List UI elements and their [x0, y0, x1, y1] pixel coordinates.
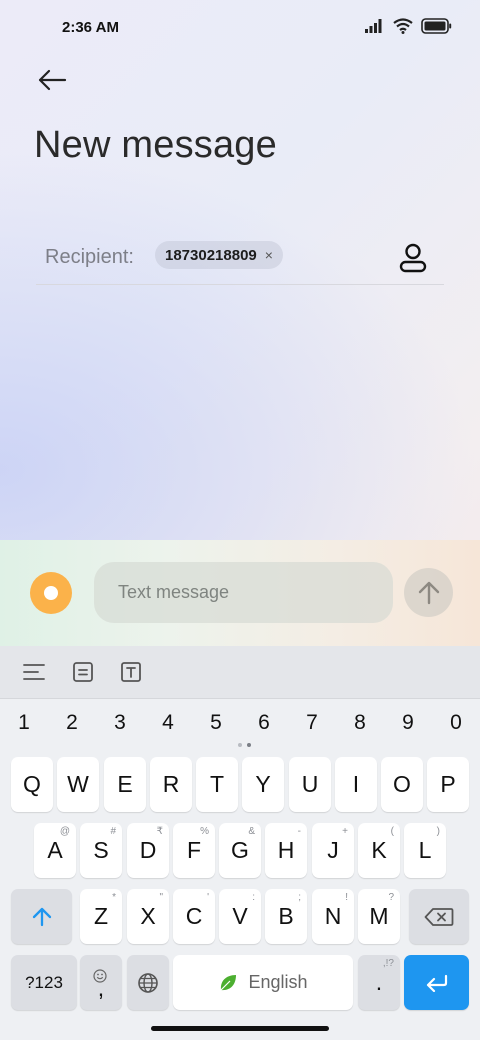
arrow-up-icon — [418, 581, 439, 604]
message-input[interactable] — [94, 562, 393, 623]
signal-icon — [365, 18, 385, 38]
key-6[interactable]: 6 — [240, 706, 288, 740]
compose-bar — [0, 540, 480, 646]
back-button[interactable] — [34, 62, 70, 98]
key-1[interactable]: 1 — [0, 706, 48, 740]
recipient-label: Recipient: — [45, 246, 134, 268]
key-9[interactable]: 9 — [384, 706, 432, 740]
clipboard-icon[interactable] — [70, 659, 96, 685]
emoji-comma-key[interactable]: , — [80, 955, 122, 1010]
key-f[interactable]: % F — [173, 823, 215, 878]
attach-dot-icon — [44, 586, 58, 600]
key-h[interactable]: -H — [265, 823, 307, 878]
new-message-screen: 2:36 AM New message Recipient: 187302188… — [0, 0, 480, 1040]
key-i[interactable]: I — [335, 757, 377, 812]
text-edit-icon[interactable] — [118, 659, 144, 685]
key-s[interactable]: # S — [80, 823, 122, 878]
keyboard-toolbar — [0, 646, 480, 699]
recipient-field[interactable]: Recipient: 18730218809 × — [36, 232, 444, 285]
status-bar: 2:36 AM — [0, 0, 480, 56]
key-w[interactable]: W — [57, 757, 99, 812]
symbols-key[interactable]: ?123 — [11, 955, 77, 1010]
key-x[interactable]: " X — [127, 889, 169, 944]
period-key[interactable]: ,!?. — [358, 955, 400, 1010]
key-t[interactable]: T — [196, 757, 238, 812]
key-v[interactable]: :V — [219, 889, 261, 944]
backspace-icon — [424, 907, 454, 926]
key-8[interactable]: 8 — [336, 706, 384, 740]
shift-key[interactable] — [11, 889, 72, 944]
backspace-key[interactable] — [409, 889, 469, 944]
wifi-icon — [393, 17, 413, 39]
person-icon — [399, 243, 427, 273]
key-u[interactable]: U — [289, 757, 331, 812]
key-g[interactable]: & G — [219, 823, 261, 878]
recipient-chip-number: 18730218809 — [165, 246, 257, 264]
number-row: 1 2 3 4 5 6 7 8 9 0 — [0, 706, 480, 740]
key-q[interactable]: Q — [11, 757, 53, 812]
attach-button[interactable] — [30, 572, 72, 614]
key-7[interactable]: 7 — [288, 706, 336, 740]
page-title: New message — [34, 124, 277, 166]
key-a[interactable]: @ A — [34, 823, 76, 878]
keyboard: 1 2 3 4 5 6 7 8 9 0 Q W E R T Y U I O P … — [0, 646, 480, 1040]
language-key[interactable] — [127, 955, 169, 1010]
status-icons — [365, 17, 452, 39]
battery-icon — [421, 17, 452, 39]
contact-picker-button[interactable] — [396, 238, 430, 278]
menu-lines-icon[interactable] — [21, 659, 47, 685]
key-o[interactable]: O — [381, 757, 423, 812]
key-4[interactable]: 4 — [144, 706, 192, 740]
send-button[interactable] — [404, 568, 453, 617]
key-p[interactable]: P — [427, 757, 469, 812]
enter-key[interactable] — [404, 955, 469, 1010]
key-e[interactable]: E — [104, 757, 146, 812]
key-b[interactable]: ; B — [265, 889, 307, 944]
enter-icon — [426, 974, 447, 992]
chip-remove-icon[interactable]: × — [265, 247, 273, 263]
key-d[interactable]: ₹ D — [127, 823, 169, 878]
key-m[interactable]: ? M — [358, 889, 400, 944]
home-indicator[interactable] — [151, 1026, 329, 1031]
globe-icon — [138, 972, 158, 993]
key-r[interactable]: R — [150, 757, 192, 812]
key-n[interactable]: ! N — [312, 889, 354, 944]
leaf-icon — [221, 974, 237, 990]
key-5[interactable]: 5 — [192, 706, 240, 740]
key-y[interactable]: Y — [242, 757, 284, 812]
key-l[interactable]: ) L — [404, 823, 446, 878]
status-time: 2:36 AM — [62, 19, 119, 36]
key-c[interactable]: ' C — [173, 889, 215, 944]
recipient-chip[interactable]: 18730218809 × — [155, 241, 283, 269]
shift-arrow-icon — [32, 907, 51, 926]
key-3[interactable]: 3 — [96, 706, 144, 740]
keyboard-page-indicator — [238, 743, 251, 747]
spacebar[interactable]: English — [173, 955, 353, 1010]
key-k[interactable]: (K — [358, 823, 400, 878]
emoji-icon — [93, 962, 107, 989]
arrow-left-icon — [38, 69, 67, 91]
key-j[interactable]: + J — [312, 823, 354, 878]
key-z[interactable]: * Z — [80, 889, 122, 944]
key-2[interactable]: 2 — [48, 706, 96, 740]
key-0[interactable]: 0 — [432, 706, 480, 740]
